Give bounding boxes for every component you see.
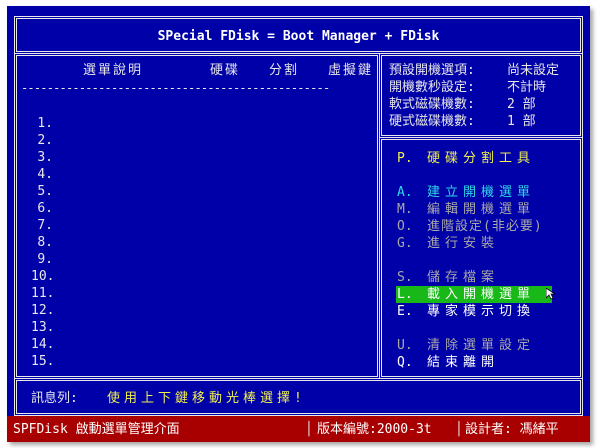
- spfdisk-screen: SPecial FDisk = Boot Manager + FDisk 選單說…: [7, 6, 590, 442]
- info-bar: SPFDisk 啟動選單管理介面 │ 版本編號:2000-3t │ 設計者: 馮…: [7, 416, 590, 442]
- divider: │: [305, 422, 313, 437]
- menu-label: 建立開機選單: [427, 185, 536, 200]
- title-box: SPecial FDisk = Boot Manager + FDisk: [14, 16, 583, 54]
- table-row[interactable]: 6.: [31, 200, 53, 217]
- menu-label: 進階設定(非必要): [427, 219, 543, 234]
- menu-key: A.: [397, 185, 413, 200]
- menu-key: Q.: [397, 355, 413, 370]
- menu-label: 清除選單設定: [427, 338, 536, 353]
- menu-label: 儲存檔案: [427, 270, 500, 285]
- table-row[interactable]: 7.: [31, 217, 53, 234]
- message-label: 訊息列:: [31, 391, 78, 406]
- menu-key: E.: [397, 304, 413, 319]
- table-row[interactable]: 10.: [31, 268, 54, 285]
- table-row[interactable]: 1.: [31, 115, 53, 132]
- app-title: SPecial FDisk = Boot Manager + FDisk: [157, 29, 440, 44]
- table-row[interactable]: 5.: [31, 183, 53, 200]
- settings-panel: 預設開機選項: 尚未設定 開機數秒設定: 不計時 軟式磁碟機數: 2 部 硬式磁…: [379, 53, 583, 138]
- table-row[interactable]: 15.: [31, 353, 54, 370]
- setting-label-boot-timeout: 開機數秒設定:: [389, 80, 475, 95]
- table-row[interactable]: 14.: [31, 336, 54, 353]
- mouse-cursor-icon: [546, 288, 556, 300]
- menu-label: 專家模示切換: [427, 304, 536, 319]
- table-row[interactable]: 8.: [31, 234, 53, 251]
- boot-menu-table: 選單說明 硬碟 分割 虛擬鍵 -------------------------…: [14, 53, 380, 379]
- table-row[interactable]: 3.: [31, 149, 53, 166]
- menu-label: 進行安裝: [427, 236, 500, 251]
- version-info: 版本編號:2000-3t: [317, 422, 432, 437]
- menu-key: O.: [397, 219, 413, 234]
- header-partition: 分割: [269, 63, 300, 78]
- table-row[interactable]: 11.: [31, 285, 54, 302]
- table-row[interactable]: 2.: [31, 132, 53, 149]
- app-name: SPFDisk 啟動選單管理介面: [13, 422, 180, 437]
- menu-key: S.: [397, 270, 413, 285]
- setting-label-floppy-count: 軟式磁碟機數:: [389, 97, 475, 112]
- setting-value-boot-timeout: 不計時: [507, 80, 547, 95]
- divider: │: [455, 422, 463, 437]
- message-line: 訊息列: 使用上下鍵移動光棒選擇!: [14, 378, 583, 416]
- header-menu-description: 選單說明: [83, 63, 144, 78]
- setting-label-hdd-count: 硬式磁碟機數:: [389, 114, 475, 129]
- menu-key: P.: [397, 151, 413, 166]
- table-row[interactable]: 9.: [31, 251, 53, 268]
- menu-label: 編輯開機選單: [427, 202, 536, 217]
- setting-value-hdd-count: 1 部: [507, 114, 536, 129]
- menu-key: U.: [397, 338, 413, 353]
- setting-value-default-boot: 尚未設定: [507, 63, 560, 78]
- table-row[interactable]: 13.: [31, 319, 54, 336]
- table-row[interactable]: 4.: [31, 166, 53, 183]
- main-menu: P. 硬碟分割工具 A. 建立開機選單 M. 編輯開機選單 O. 進階設定(非必…: [379, 137, 583, 379]
- header-disk: 硬碟: [210, 63, 241, 78]
- header-virtual-key: 虛擬鍵: [328, 63, 374, 78]
- menu-key: L.: [397, 287, 413, 302]
- setting-value-floppy-count: 2 部: [507, 97, 536, 112]
- table-row[interactable]: 12.: [31, 302, 54, 319]
- author-info: 設計者: 馮緒平: [465, 422, 559, 437]
- menu-label: 硬碟分割工具: [427, 151, 536, 166]
- menu-label: 載入開機選單: [427, 287, 536, 302]
- menu-label: 結束離開: [427, 355, 500, 370]
- message-text: 使用上下鍵移動光棒選擇!: [107, 391, 306, 406]
- setting-label-default-boot: 預設開機選項:: [389, 63, 475, 78]
- menu-key: G.: [397, 236, 413, 251]
- header-separator: ----------------------------------------…: [21, 81, 330, 95]
- menu-key: M.: [397, 202, 413, 217]
